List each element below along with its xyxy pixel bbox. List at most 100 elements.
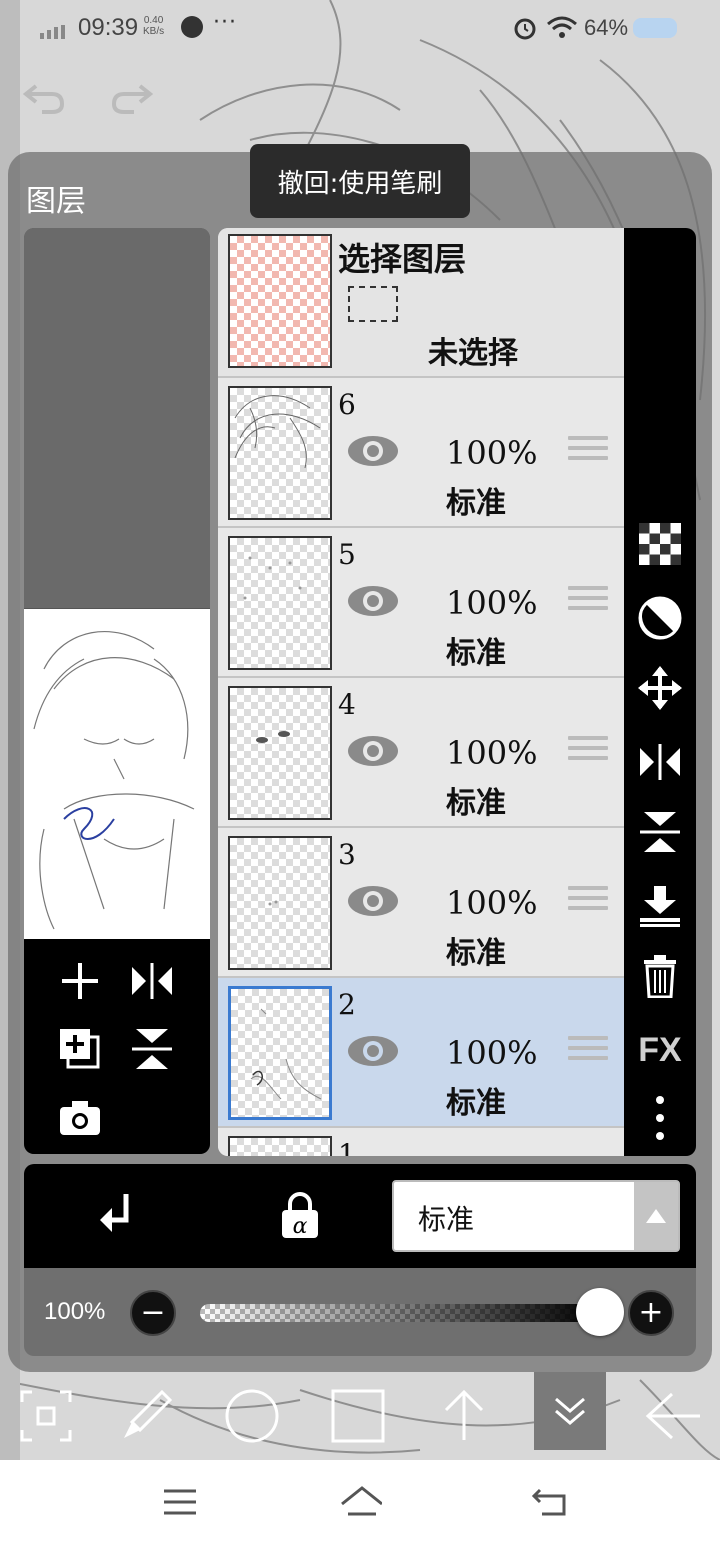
arrow-up-icon[interactable]	[432, 1384, 496, 1448]
wifi-icon	[547, 16, 577, 38]
drag-handle-icon[interactable]	[568, 736, 608, 766]
system-nav-bar	[0, 1460, 720, 1544]
right-toolbar: FX	[624, 228, 696, 1156]
brush-icon[interactable]	[114, 1384, 178, 1448]
half-circle-icon[interactable]	[634, 592, 686, 644]
alarm-icon	[514, 18, 536, 40]
status-bar: 09:39 0.40 KB/s ··· 64%	[0, 0, 720, 60]
camera-icon[interactable]	[54, 1091, 106, 1143]
drag-handle-icon[interactable]	[568, 1036, 608, 1066]
circle-icon[interactable]	[220, 1384, 284, 1448]
home-icon[interactable]	[338, 1480, 382, 1524]
back-arrow-icon[interactable]	[640, 1384, 704, 1448]
back-icon[interactable]	[528, 1480, 572, 1524]
layer-number: 2	[338, 988, 356, 1021]
visibility-eye-icon[interactable]	[346, 584, 400, 618]
merge-down-icon[interactable]	[634, 880, 686, 932]
opacity-bar: 100% − +	[24, 1268, 696, 1356]
preview-toolbar	[24, 939, 210, 1154]
layer-number: 1	[338, 1138, 356, 1156]
layer-opacity: 100%	[446, 584, 538, 622]
dropdown-arrow-icon[interactable]	[634, 1182, 678, 1250]
flip-horizontal-icon[interactable]	[126, 955, 178, 1007]
collapse-icon[interactable]	[534, 1372, 606, 1450]
layer-blend-mode: 标准	[446, 936, 506, 971]
redo-icon[interactable]	[110, 80, 154, 116]
layer-list[interactable]: 选择图层 未选择 6 100% 标准 5 100% 标准 4 100% 标准 3…	[218, 228, 624, 1156]
layer-row[interactable]: 1	[218, 1128, 624, 1156]
checkerboard-icon[interactable]	[634, 518, 686, 570]
visibility-eye-icon[interactable]	[346, 1034, 400, 1068]
add-layer-icon[interactable]	[54, 955, 106, 1007]
panel-title: 图层	[26, 184, 86, 219]
toast-message: 撤回:使用笔刷	[250, 144, 470, 218]
drag-handle-icon[interactable]	[568, 586, 608, 616]
preview-empty-area	[24, 228, 210, 608]
signal-icon	[40, 25, 65, 39]
selection-layer-title: 选择图层	[338, 240, 467, 278]
opacity-decrease-button[interactable]: −	[130, 1290, 176, 1336]
move-icon[interactable]	[634, 662, 686, 714]
layer-number: 3	[338, 838, 356, 871]
network-speed-value: 0.40	[143, 15, 164, 26]
layer-number: 6	[338, 388, 356, 421]
selection-layer-thumbnail	[228, 234, 332, 368]
visibility-eye-icon[interactable]	[346, 884, 400, 918]
visibility-eye-icon[interactable]	[346, 434, 400, 468]
menu-icon[interactable]	[158, 1480, 202, 1524]
flip-vertical-icon[interactable]	[126, 1023, 178, 1075]
layer-thumbnail	[228, 836, 332, 970]
layer-number: 4	[338, 688, 356, 721]
layer-opacity: 100%	[446, 434, 538, 472]
layer-row[interactable]: 4 100% 标准	[218, 678, 624, 828]
layer-row[interactable]: 6 100% 标准	[218, 378, 624, 528]
selection-marquee-icon	[348, 286, 398, 322]
layer-row[interactable]: 5 100% 标准	[218, 528, 624, 678]
status-time: 09:39	[78, 14, 139, 41]
undo-icon[interactable]	[22, 80, 66, 116]
notification-app-icon	[181, 16, 203, 38]
canvas-preview-column	[24, 228, 210, 1154]
alpha-lock-icon[interactable]: α	[280, 1192, 320, 1240]
network-speed-unit: KB/s	[143, 26, 165, 37]
layer-blend-mode: 标准	[446, 786, 506, 821]
layer-row[interactable]: 3 100% 标准	[218, 828, 624, 978]
layer-number: 5	[338, 538, 356, 571]
layer-row-selected[interactable]: 2 100% 标准	[218, 978, 624, 1128]
selection-layer-row[interactable]: 选择图层 未选择	[218, 228, 624, 378]
clipping-icon[interactable]	[96, 1190, 140, 1238]
flip-vertical-icon[interactable]	[634, 806, 686, 858]
layer-blend-mode: 标准	[446, 486, 506, 521]
layer-thumbnail	[228, 986, 332, 1120]
bottom-toolbar	[0, 1372, 720, 1460]
layer-blend-mode: 标准	[446, 1086, 506, 1121]
fx-icon[interactable]: FX	[634, 1024, 686, 1076]
layer-opacity: 100%	[446, 884, 538, 922]
drag-handle-icon[interactable]	[568, 436, 608, 466]
layer-opacity: 100%	[446, 1034, 538, 1072]
battery-icon	[633, 18, 677, 38]
layer-blend-mode: 标准	[446, 636, 506, 671]
flip-horizontal-icon[interactable]	[634, 736, 686, 788]
svg-text:α: α	[293, 1214, 308, 1239]
transform-icon[interactable]	[14, 1384, 78, 1448]
blend-mode-bar: α 标准	[24, 1164, 696, 1268]
fx-label: FX	[638, 1030, 682, 1069]
trash-icon[interactable]	[634, 950, 686, 1002]
layer-thumbnail	[228, 386, 332, 520]
visibility-eye-icon[interactable]	[346, 734, 400, 768]
layer-thumbnail	[228, 1136, 332, 1156]
preview-sketch	[33, 630, 195, 930]
layer-thumbnail	[228, 686, 332, 820]
more-vertical-icon[interactable]	[634, 1092, 686, 1144]
opacity-slider-thumb[interactable]	[576, 1288, 624, 1336]
canvas-preview-thumbnail[interactable]	[24, 609, 210, 939]
square-icon[interactable]	[326, 1384, 390, 1448]
selection-layer-status: 未选择	[428, 336, 518, 371]
drag-handle-icon[interactable]	[568, 886, 608, 916]
opacity-value: 100%	[44, 1298, 106, 1325]
blend-mode-select[interactable]: 标准	[392, 1180, 680, 1252]
duplicate-layer-icon[interactable]	[54, 1023, 106, 1075]
opacity-slider[interactable]	[200, 1304, 600, 1322]
opacity-increase-button[interactable]: +	[628, 1290, 674, 1336]
